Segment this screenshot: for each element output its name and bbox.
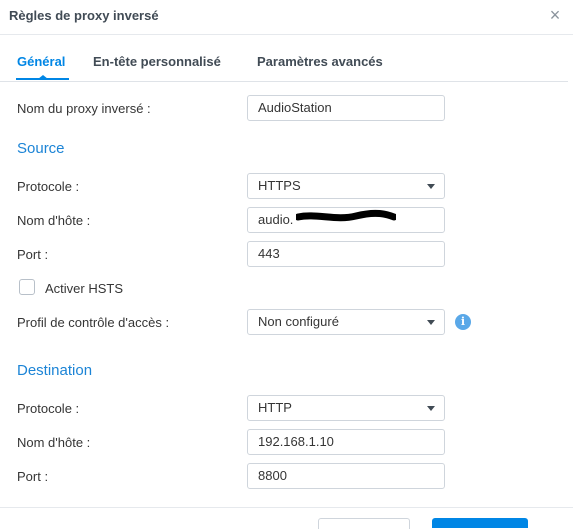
dialog-title: Règles de proxy inversé (9, 8, 159, 23)
close-icon[interactable]: × (545, 5, 565, 25)
redaction-mark (296, 209, 396, 222)
hsts-checkbox[interactable] (19, 279, 35, 295)
info-icon[interactable]: i (455, 314, 471, 330)
access-profile-value: Non configuré (258, 314, 339, 329)
cancel-button[interactable] (318, 518, 410, 529)
save-button[interactable] (432, 518, 528, 528)
destination-protocol-select[interactable]: HTTP (247, 395, 445, 421)
destination-protocol-value: HTTP (258, 400, 292, 415)
source-protocol-label: Protocole : (17, 179, 80, 194)
chevron-down-icon (427, 320, 435, 325)
source-port-input[interactable]: 443 (247, 241, 445, 267)
source-heading: Source (17, 140, 65, 157)
destination-port-label: Port : (17, 469, 49, 484)
chevron-down-icon (427, 406, 435, 411)
tab-advanced-settings[interactable]: Paramètres avancés (257, 54, 383, 69)
dialog-titlebar: Règles de proxy inversé × (0, 0, 573, 35)
destination-protocol-label: Protocole : (17, 401, 80, 416)
active-tab-caret-icon (38, 75, 48, 79)
access-profile-select[interactable]: Non configuré (247, 309, 445, 335)
destination-port-input[interactable]: 8800 (247, 463, 445, 489)
access-profile-label: Profil de contrôle d'accès : (17, 315, 170, 330)
tab-bar: Général En-tête personnalisé Paramètres … (0, 34, 568, 82)
tab-general[interactable]: Général (17, 54, 65, 69)
source-hostname-label: Nom d'hôte : (17, 213, 91, 228)
tab-custom-header[interactable]: En-tête personnalisé (93, 54, 221, 69)
hsts-label: Activer HSTS (45, 281, 124, 296)
dialog-footer (0, 507, 573, 529)
destination-hostname-input[interactable]: 192.168.1.10 (247, 429, 445, 455)
destination-heading: Destination (17, 362, 93, 379)
proxy-name-input[interactable]: AudioStation (247, 95, 445, 121)
destination-hostname-label: Nom d'hôte : (17, 435, 91, 450)
source-protocol-select[interactable]: HTTPS (247, 173, 445, 199)
chevron-down-icon (427, 184, 435, 189)
source-port-label: Port : (17, 247, 49, 262)
proxy-name-label: Nom du proxy inversé : (17, 101, 151, 116)
source-protocol-value: HTTPS (258, 178, 301, 193)
